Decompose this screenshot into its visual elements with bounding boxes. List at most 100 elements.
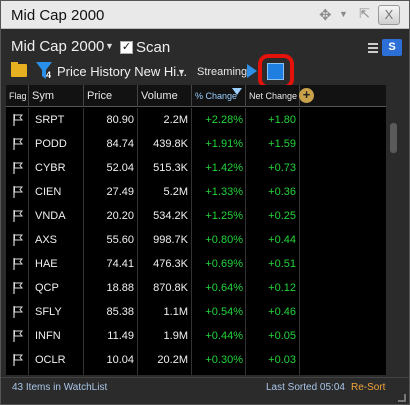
filter-dropdown-icon[interactable]: ▼	[177, 67, 186, 77]
list-name[interactable]: Mid Cap 2000	[11, 38, 104, 55]
volume-cell: 476.3K	[138, 252, 192, 276]
flag-icon[interactable]	[13, 258, 23, 270]
symbol-cell[interactable]: QCP	[29, 276, 84, 300]
price-cell: 52.04	[84, 156, 138, 180]
volume-cell: 1.7M	[138, 372, 192, 375]
flag-cell[interactable]	[6, 252, 29, 276]
sort-desc-icon	[232, 88, 242, 95]
move-caret-icon[interactable]: ▼	[339, 9, 348, 19]
flag-cell[interactable]	[6, 132, 29, 156]
table-row[interactable]: VNDA 20.20 534.2K +1.25% +0.25	[6, 204, 386, 228]
table-row[interactable]: AXS 55.60 998.7K +0.80% +0.44	[6, 228, 386, 252]
volume-cell: 870.8K	[138, 276, 192, 300]
flag-icon[interactable]	[13, 306, 23, 318]
price-cell: 55.60	[84, 228, 138, 252]
symbol-cell[interactable]: SRPT	[29, 108, 84, 132]
table-row[interactable]: HALO20.241.7M+0.29%+0.06	[6, 372, 386, 375]
symbol-cell[interactable]: HAE	[29, 252, 84, 276]
net-change-cell: +0.05	[246, 324, 300, 348]
pct-change-cell: +1.33%	[192, 180, 246, 204]
price-cell: 85.38	[84, 300, 138, 324]
flag-cell[interactable]	[6, 324, 29, 348]
scrollbar-thumb[interactable]	[390, 123, 397, 153]
symbol-cell[interactable]: AXS	[29, 228, 84, 252]
column-header-net-change[interactable]: Net Change	[246, 85, 300, 107]
play-icon[interactable]	[247, 64, 257, 78]
flag-cell[interactable]	[6, 228, 29, 252]
table-row[interactable]: SRPT 80.90 2.2M +2.28% +1.80	[6, 108, 386, 132]
popout-icon[interactable]: ⇱	[359, 6, 373, 22]
column-header-sym[interactable]: Sym	[29, 85, 84, 107]
filter-label[interactable]: Price History New Hi...	[57, 64, 187, 79]
price-cell: 84.74	[84, 132, 138, 156]
net-change-cell: +0.73	[246, 156, 300, 180]
symbol-cell[interactable]: OCLR	[29, 348, 84, 372]
flag-cell[interactable]	[6, 276, 29, 300]
table-row[interactable]: PODD 84.74 439.8K +1.91% +1.59	[6, 132, 386, 156]
column-header-pct-change[interactable]: % Change	[192, 85, 246, 107]
scan-checkbox[interactable]: ✓	[120, 41, 133, 54]
symbol-cell[interactable]: PODD	[29, 132, 84, 156]
pct-change-cell: +0.30%	[192, 348, 246, 372]
flag-cell[interactable]	[6, 372, 29, 375]
flag-icon[interactable]	[13, 354, 23, 366]
price-cell: 80.90	[84, 108, 138, 132]
table-row[interactable]: HAE 74.41 476.3K +0.69% +0.51	[6, 252, 386, 276]
symbol-cell[interactable]: CYBR	[29, 156, 84, 180]
folder-icon[interactable]	[11, 62, 27, 77]
symbol-cell[interactable]: CIEN	[29, 180, 84, 204]
flag-cell[interactable]	[6, 108, 29, 132]
add-column-icon[interactable]: +	[299, 88, 314, 103]
symbol-cell[interactable]: SFLY	[29, 300, 84, 324]
flag-cell[interactable]	[6, 180, 29, 204]
flag-icon[interactable]	[13, 138, 23, 150]
move-icon[interactable]: ✥ ▼	[319, 6, 349, 24]
table-row[interactable]: CYBR 52.04 515.3K +1.42% +0.73	[6, 156, 386, 180]
settings-s-icon[interactable]: S	[382, 39, 402, 56]
symbol-cell[interactable]: INFN	[29, 324, 84, 348]
price-cell: 11.49	[84, 324, 138, 348]
volume-cell: 534.2K	[138, 204, 192, 228]
flag-icon[interactable]	[13, 114, 23, 126]
column-header-price[interactable]: Price	[84, 85, 138, 107]
net-change-cell: +0.51	[246, 252, 300, 276]
flag-cell[interactable]	[6, 156, 29, 180]
net-change-cell: +0.03	[246, 348, 300, 372]
menu-icon[interactable]	[368, 43, 378, 53]
flag-cell[interactable]	[6, 348, 29, 372]
flag-icon[interactable]	[13, 210, 23, 222]
table-row[interactable]: CIEN 27.49 5.2M +1.33% +0.36	[6, 180, 386, 204]
table-row[interactable]: SFLY 85.38 1.1M +0.54% +0.46	[6, 300, 386, 324]
flag-icon[interactable]	[13, 330, 23, 342]
table-row[interactable]: INFN 11.49 1.9M +0.44% +0.05	[6, 324, 386, 348]
column-header-volume[interactable]: Volume	[138, 85, 192, 107]
flag-icon[interactable]	[13, 162, 23, 174]
flag-cell[interactable]	[6, 204, 29, 228]
column-header-flag[interactable]: Flag	[6, 85, 29, 107]
pct-change-cell: +0.29%	[192, 372, 246, 375]
price-cell: 20.20	[84, 204, 138, 228]
scan-label[interactable]: Scan	[136, 39, 170, 56]
table-row[interactable]: OCLR 10.04 20.2M +0.30% +0.03	[6, 348, 386, 372]
list-dropdown-icon[interactable]: ▼	[105, 41, 114, 51]
symbol-cell[interactable]: HALO	[29, 372, 84, 375]
filter-icon[interactable]: 4	[36, 62, 52, 80]
price-cell: 10.04	[84, 348, 138, 372]
symbol-cell[interactable]: VNDA	[29, 204, 84, 228]
resort-link[interactable]: Re-Sort	[351, 382, 385, 393]
volume-cell: 2.2M	[138, 108, 192, 132]
watchlist-table: Flag Sym Price Volume % Change Net Chang…	[6, 85, 386, 375]
flag-cell[interactable]	[6, 300, 29, 324]
net-change-cell: +0.25	[246, 204, 300, 228]
resize-grip-icon[interactable]	[398, 394, 406, 402]
flag-icon[interactable]	[13, 234, 23, 246]
table-row[interactable]: QCP 18.88 870.8K +0.64% +0.12	[6, 276, 386, 300]
status-bar: 43 Items in WatchList Last Sorted 05:04 …	[1, 377, 409, 397]
flag-icon[interactable]	[13, 186, 23, 198]
watchlist-window: Mid Cap 2000 ✥ ▼ ⇱ X Mid Cap 2000 ▼ ✓ Sca…	[0, 0, 410, 405]
flag-icon[interactable]	[13, 282, 23, 294]
title-bar[interactable]: Mid Cap 2000 ✥ ▼ ⇱ X	[1, 1, 409, 29]
volume-cell: 5.2M	[138, 180, 192, 204]
close-button[interactable]: X	[378, 5, 400, 25]
volume-cell: 20.2M	[138, 348, 192, 372]
